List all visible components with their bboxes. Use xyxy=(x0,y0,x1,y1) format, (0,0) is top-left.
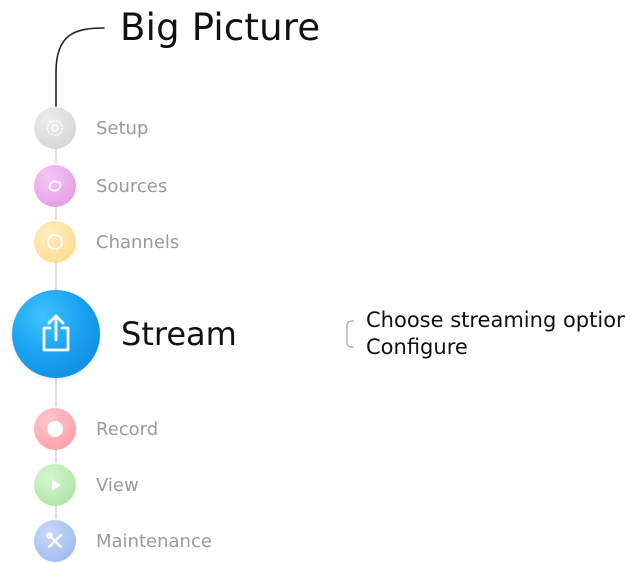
menu-item-label: View xyxy=(96,474,139,496)
bracket-icon xyxy=(346,320,355,348)
menu-item-label: Setup xyxy=(96,117,149,139)
share-upload-icon xyxy=(12,290,100,378)
menu-item-sources[interactable]: Sources xyxy=(34,164,167,208)
menu-item-view[interactable]: View xyxy=(34,463,139,507)
stream-option-configure[interactable]: Configure xyxy=(366,335,468,359)
menu-item-setup[interactable]: Setup xyxy=(34,106,148,150)
circle-ring-icon xyxy=(34,221,76,263)
menu-item-label: Channels xyxy=(96,231,180,253)
menu-item-stream[interactable]: Stream xyxy=(12,290,237,378)
stream-option-choose[interactable]: Choose streaming option xyxy=(366,308,625,332)
gear-icon xyxy=(34,107,76,149)
menu-item-label: Maintenance xyxy=(96,530,212,552)
menu-item-maintenance[interactable]: Maintenance xyxy=(34,519,212,563)
wrench-screwdriver-icon xyxy=(34,520,76,562)
menu-item-channels[interactable]: Channels xyxy=(34,220,179,264)
play-icon xyxy=(34,464,76,506)
link-icon xyxy=(34,165,76,207)
menu-item-label: Stream xyxy=(121,315,237,353)
menu-item-record[interactable]: Record xyxy=(34,407,158,451)
page-title: Big Picture xyxy=(120,6,321,49)
record-icon xyxy=(34,408,76,450)
menu-item-label: Sources xyxy=(96,175,168,197)
menu-item-label: Record xyxy=(96,418,159,440)
